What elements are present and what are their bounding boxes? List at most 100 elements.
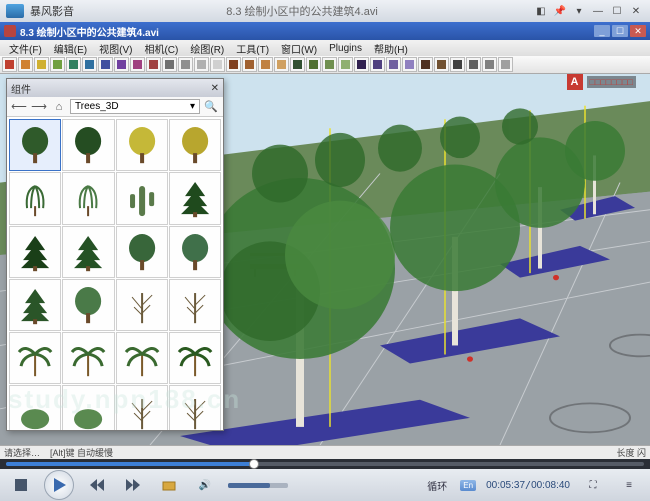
tree-thumbnail[interactable] bbox=[9, 279, 61, 331]
toolbar-button-26[interactable] bbox=[418, 57, 433, 72]
close-icon[interactable]: ✕ bbox=[628, 4, 644, 18]
toolbar-button-4[interactable] bbox=[66, 57, 81, 72]
tree-thumbnail[interactable] bbox=[169, 119, 221, 171]
chevron-down-icon: ▾ bbox=[190, 101, 195, 112]
toolbar-button-19[interactable] bbox=[306, 57, 321, 72]
toolbar-button-16[interactable] bbox=[258, 57, 273, 72]
player-controls: 🔊 循环 En 00:05:37/00:08:40 ⛶ ≡ bbox=[0, 469, 650, 501]
stop-button[interactable] bbox=[8, 474, 34, 496]
play-button[interactable] bbox=[44, 470, 74, 500]
toolbar-button-6[interactable] bbox=[98, 57, 113, 72]
menu-tools[interactable]: 工具(T) bbox=[231, 41, 274, 56]
toolbar-button-9[interactable] bbox=[146, 57, 161, 72]
toolbar-button-18[interactable] bbox=[290, 57, 305, 72]
prev-button[interactable] bbox=[84, 474, 110, 496]
tree-thumbnail[interactable] bbox=[62, 172, 114, 224]
toolbar-button-2[interactable] bbox=[34, 57, 49, 72]
menu-file[interactable]: 文件(F) bbox=[4, 41, 47, 56]
tree-thumbnail[interactable] bbox=[116, 279, 168, 331]
collection-dropdown[interactable]: Trees_3D ▾ bbox=[70, 99, 200, 114]
app-titlebar[interactable]: 8.3 绘制小区中的公共建筑4.avi _ ☐ ✕ bbox=[0, 22, 650, 40]
tree-thumbnail[interactable] bbox=[9, 226, 61, 278]
menu-plugins[interactable]: Plugins bbox=[324, 43, 367, 54]
tree-thumbnail[interactable] bbox=[169, 279, 221, 331]
toolbar-button-14[interactable] bbox=[226, 57, 241, 72]
panel-titlebar[interactable]: 组件 ✕ bbox=[7, 79, 223, 97]
filename-title: 8.3 绘制小区中的公共建筑4.avi bbox=[226, 3, 378, 19]
toolbar-button-20[interactable] bbox=[322, 57, 337, 72]
app-maximize-icon[interactable]: ☐ bbox=[612, 25, 628, 37]
toolbar-button-31[interactable] bbox=[498, 57, 513, 72]
skin-icon[interactable]: ◧ bbox=[533, 4, 549, 18]
tree-thumbnail[interactable] bbox=[62, 226, 114, 278]
tree-thumbnail[interactable] bbox=[116, 172, 168, 224]
toolbar-button-27[interactable] bbox=[434, 57, 449, 72]
tree-thumbnail[interactable] bbox=[169, 172, 221, 224]
seek-knob[interactable] bbox=[249, 459, 259, 469]
toolbar-button-12[interactable] bbox=[194, 57, 209, 72]
toolbar-button-5[interactable] bbox=[82, 57, 97, 72]
tree-thumbnail[interactable] bbox=[62, 332, 114, 384]
tree-thumbnail[interactable] bbox=[62, 119, 114, 171]
tree-thumbnail[interactable] bbox=[116, 332, 168, 384]
nav-home-icon[interactable]: ⌂ bbox=[50, 99, 68, 115]
menu-window[interactable]: 窗口(W) bbox=[276, 41, 322, 56]
tree-thumbnail[interactable] bbox=[169, 332, 221, 384]
nav-forward-icon[interactable]: ⟶ bbox=[30, 99, 48, 115]
tree-thumbnail[interactable] bbox=[116, 119, 168, 171]
panel-nav: ⟵ ⟶ ⌂ Trees_3D ▾ 🔍 bbox=[7, 97, 223, 117]
tree-thumbnail[interactable] bbox=[169, 226, 221, 278]
lang-badge[interactable]: En bbox=[460, 480, 476, 491]
toolbar bbox=[0, 56, 650, 74]
next-button[interactable] bbox=[120, 474, 146, 496]
maximize-icon[interactable]: ☐ bbox=[609, 4, 625, 18]
volume-icon[interactable]: 🔊 bbox=[192, 474, 218, 496]
app-close-icon[interactable]: ✕ bbox=[630, 25, 646, 37]
toolbar-button-21[interactable] bbox=[338, 57, 353, 72]
toolbar-button-25[interactable] bbox=[402, 57, 417, 72]
seek-bar[interactable] bbox=[0, 459, 650, 469]
loop-label[interactable]: 循环 bbox=[427, 478, 447, 493]
watermark-brand: A □□□□□□□□ bbox=[567, 74, 637, 90]
nav-search-icon[interactable]: 🔍 bbox=[202, 99, 220, 115]
pin-icon[interactable]: 📌 bbox=[552, 4, 568, 18]
toolbar-button-22[interactable] bbox=[354, 57, 369, 72]
toolbar-button-29[interactable] bbox=[466, 57, 481, 72]
player-titlebar[interactable]: 暴风影音 8.3 绘制小区中的公共建筑4.avi ◧ 📌 ▾ — ☐ ✕ bbox=[0, 0, 650, 22]
panel-close-icon[interactable]: ✕ bbox=[211, 83, 219, 94]
toolbar-button-3[interactable] bbox=[50, 57, 65, 72]
components-panel[interactable]: 组件 ✕ ⟵ ⟶ ⌂ Trees_3D ▾ 🔍 bbox=[6, 78, 224, 431]
toolbar-button-1[interactable] bbox=[18, 57, 33, 72]
menu-draw[interactable]: 绘图(R) bbox=[185, 41, 229, 56]
toolbar-button-17[interactable] bbox=[274, 57, 289, 72]
menu-view[interactable]: 视图(V) bbox=[94, 41, 137, 56]
toolbar-button-28[interactable] bbox=[450, 57, 465, 72]
toolbar-button-15[interactable] bbox=[242, 57, 257, 72]
tree-thumbnail[interactable] bbox=[9, 172, 61, 224]
tree-thumbnail[interactable] bbox=[9, 332, 61, 384]
media-player-window: 暴风影音 8.3 绘制小区中的公共建筑4.avi ◧ 📌 ▾ — ☐ ✕ 8.3… bbox=[0, 0, 650, 501]
minimize-icon[interactable]: — bbox=[590, 4, 606, 18]
toolbar-button-8[interactable] bbox=[130, 57, 145, 72]
menu-icon[interactable]: ▾ bbox=[571, 4, 587, 18]
open-button[interactable] bbox=[156, 474, 182, 496]
nav-back-icon[interactable]: ⟵ bbox=[10, 99, 28, 115]
menu-edit[interactable]: 编辑(E) bbox=[49, 41, 92, 56]
toolbar-button-0[interactable] bbox=[2, 57, 17, 72]
menu-help[interactable]: 帮助(H) bbox=[369, 41, 413, 56]
toolbar-button-11[interactable] bbox=[178, 57, 193, 72]
tree-thumbnail[interactable] bbox=[9, 119, 61, 171]
toolbar-button-13[interactable] bbox=[210, 57, 225, 72]
volume-slider[interactable] bbox=[228, 483, 288, 488]
toolbar-button-30[interactable] bbox=[482, 57, 497, 72]
tree-thumbnail[interactable] bbox=[116, 226, 168, 278]
app-minimize-icon[interactable]: _ bbox=[594, 25, 610, 37]
menu-camera[interactable]: 相机(C) bbox=[139, 41, 183, 56]
tree-thumbnail[interactable] bbox=[62, 279, 114, 331]
toolbar-button-24[interactable] bbox=[386, 57, 401, 72]
fullscreen-button[interactable]: ⛶ bbox=[580, 474, 606, 496]
toolbar-button-7[interactable] bbox=[114, 57, 129, 72]
toolbar-button-23[interactable] bbox=[370, 57, 385, 72]
playlist-button[interactable]: ≡ bbox=[616, 474, 642, 496]
toolbar-button-10[interactable] bbox=[162, 57, 177, 72]
